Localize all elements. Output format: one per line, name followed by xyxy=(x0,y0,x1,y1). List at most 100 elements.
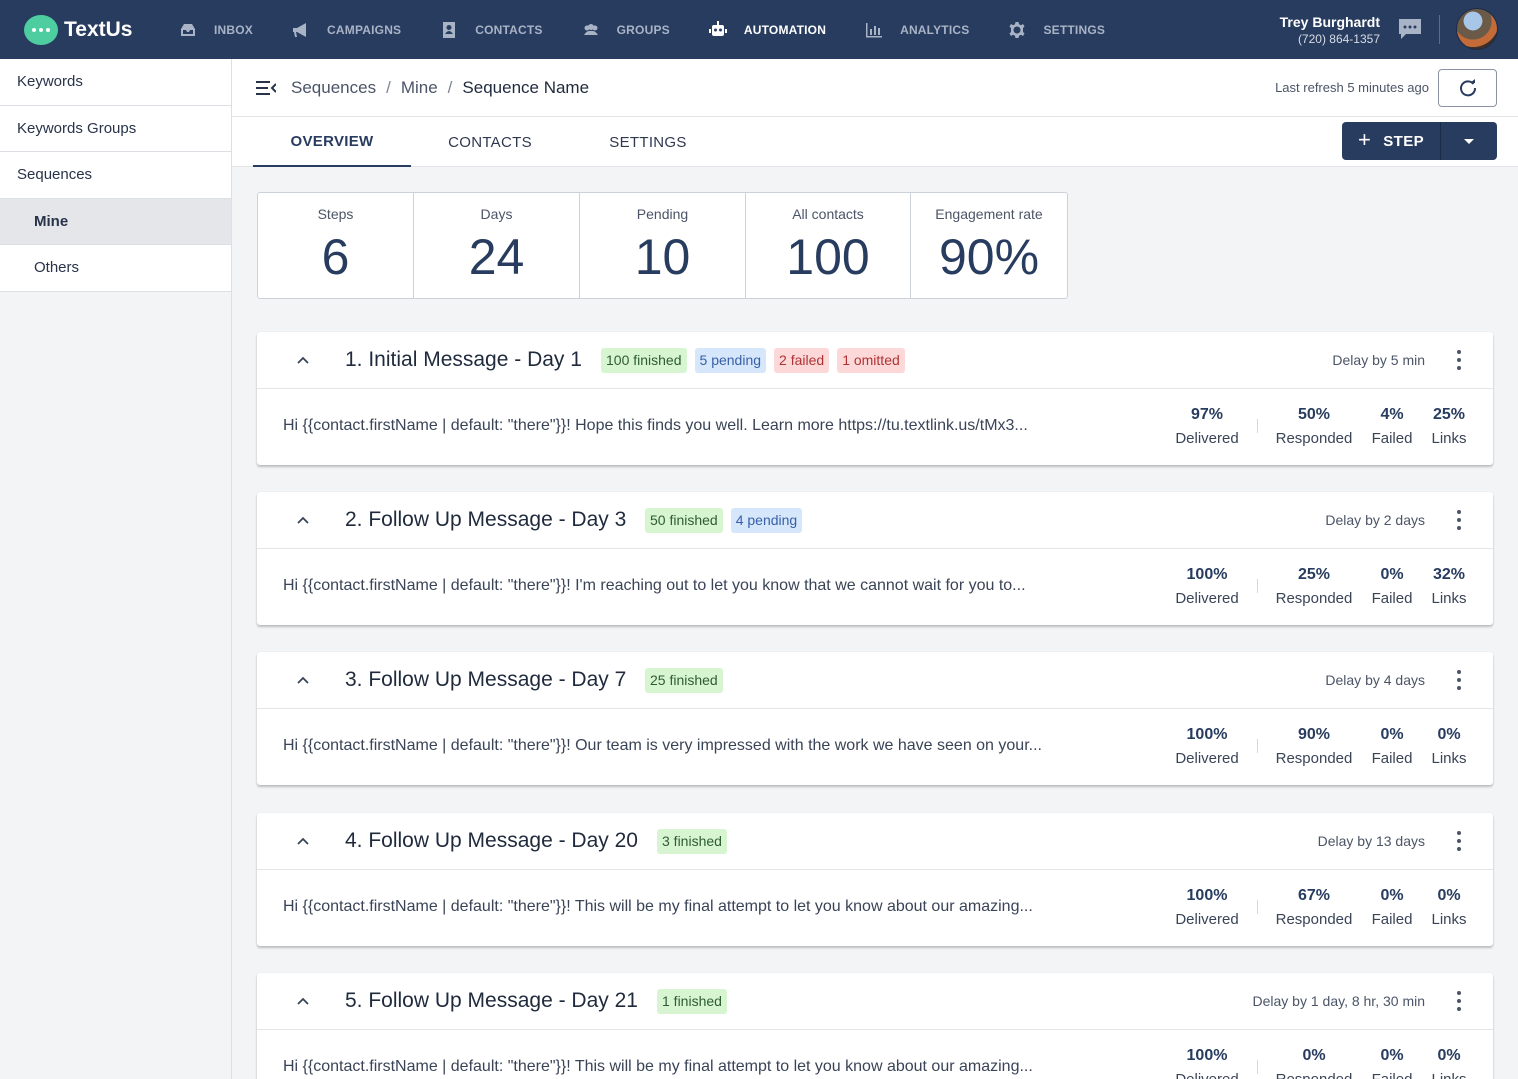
nav-groups[interactable]: GROUPS xyxy=(581,0,670,59)
avatar[interactable] xyxy=(1456,8,1498,50)
megaphone-icon xyxy=(291,20,311,40)
refresh-button[interactable] xyxy=(1438,69,1497,107)
last-refresh-text: Last refresh 5 minutes ago xyxy=(1275,80,1429,95)
step-card-body[interactable]: Hi {{contact.firstName | default: "there… xyxy=(257,549,1493,625)
breadcrumb-separator: / xyxy=(447,77,453,97)
breadcrumb-separator: / xyxy=(386,77,391,97)
collapse-menu-icon[interactable] xyxy=(256,80,276,96)
status-badge: 4 pending xyxy=(730,507,803,533)
step-message-preview: Hi {{contact.firstName | default: "there… xyxy=(283,577,1026,594)
stat-steps: Steps 6 xyxy=(258,193,414,298)
metric-divider xyxy=(1257,900,1258,914)
chevron-up-icon[interactable] xyxy=(297,674,309,686)
step-card-body[interactable]: Hi {{contact.firstName | default: "there… xyxy=(257,1030,1493,1079)
sidebar-item-keywords[interactable]: Keywords xyxy=(0,59,231,106)
stat-value: 100 xyxy=(786,229,870,285)
step-dropdown-toggle[interactable] xyxy=(1441,122,1497,160)
step-title: 2. Follow Up Message - Day 3 xyxy=(345,508,627,531)
nav-contacts[interactable]: CONTACTS xyxy=(439,0,542,59)
metric-failed: 4% Failed xyxy=(1367,406,1417,447)
metric-responded: 90% Responded xyxy=(1269,726,1359,767)
step-card-3: 3. Follow Up Message - Day 7 25 finished… xyxy=(257,652,1493,785)
stat-value: 6 xyxy=(321,229,350,285)
breadcrumb-mine[interactable]: Mine xyxy=(401,78,438,98)
stat-label: All contacts xyxy=(792,206,864,222)
metric-value: 25% xyxy=(1432,406,1466,423)
stat-value: 10 xyxy=(634,229,691,285)
textus-logo[interactable]: TextUs xyxy=(24,14,174,45)
nav-inbox[interactable]: INBOX xyxy=(178,0,253,59)
nav-divider xyxy=(1439,15,1440,44)
nav-campaigns[interactable]: CAMPAIGNS xyxy=(291,0,401,59)
more-options-icon[interactable] xyxy=(1457,670,1463,690)
nav-analytics[interactable]: ANALYTICS xyxy=(864,0,969,59)
sidebar-item-mine[interactable]: Mine xyxy=(0,198,231,245)
inbox-icon xyxy=(178,20,198,40)
metric-value: 97% xyxy=(1190,406,1224,423)
metric-label: Responded xyxy=(1275,590,1353,607)
step-delay: Delay by 13 days xyxy=(1317,833,1425,849)
step-card-body[interactable]: Hi {{contact.firstName | default: "there… xyxy=(257,709,1493,785)
nav-label: SETTINGS xyxy=(1043,22,1106,37)
chevron-up-icon[interactable] xyxy=(297,514,309,526)
step-card-header: 1. Initial Message - Day 1 100 finished 5… xyxy=(257,332,1493,389)
metric-label: Failed xyxy=(1371,911,1413,928)
user-info[interactable]: Trey Burghardt (720) 864-1357 xyxy=(1280,14,1380,46)
step-title: 3. Follow Up Message - Day 7 xyxy=(345,668,627,691)
tab-overview[interactable]: OVERVIEW xyxy=(253,117,411,167)
sidebar-item-others[interactable]: Others xyxy=(0,245,231,292)
sidebar: Keywords Keywords Groups Sequences Mine … xyxy=(0,59,232,1079)
nav-automation[interactable]: AUTOMATION xyxy=(708,0,826,59)
metric-label: Failed xyxy=(1371,430,1413,447)
sidebar-item-keywords-groups[interactable]: Keywords Groups xyxy=(0,105,231,152)
step-delay: Delay by 1 day, 8 hr, 30 min xyxy=(1252,993,1426,1009)
chevron-up-icon[interactable] xyxy=(297,835,309,847)
tab-contacts[interactable]: CONTACTS xyxy=(411,117,569,167)
step-delay: Delay by 2 days xyxy=(1325,512,1425,528)
metric-value: 90% xyxy=(1297,726,1331,743)
add-step-button[interactable]: + STEP xyxy=(1342,122,1497,160)
nav-label: INBOX xyxy=(214,22,254,37)
metric-failed: 0% Failed xyxy=(1367,726,1417,767)
more-options-icon[interactable] xyxy=(1457,510,1463,530)
metric-label: Failed xyxy=(1367,1071,1417,1079)
tab-settings[interactable]: SETTINGS xyxy=(569,117,727,167)
metric-label: Links xyxy=(1425,1071,1473,1079)
chevron-up-icon[interactable] xyxy=(297,995,309,1007)
metric-label: Delivered xyxy=(1157,1071,1257,1079)
stat-value: 24 xyxy=(468,229,525,285)
refresh-icon xyxy=(1459,79,1476,97)
metric-links: 25% Links xyxy=(1425,406,1473,447)
metric-label: Links xyxy=(1431,430,1467,447)
metric-delivered: 97% Delivered xyxy=(1157,406,1257,447)
metric-label: Delivered xyxy=(1175,911,1239,928)
metric-divider xyxy=(1257,1060,1258,1074)
metric-delivered: 100% Delivered xyxy=(1157,887,1257,928)
metric-responded: 25% Responded xyxy=(1269,566,1359,607)
sidebar-item-sequences[interactable]: Sequences xyxy=(0,152,231,199)
step-message-preview: Hi {{contact.firstName | default: "there… xyxy=(283,737,1042,754)
more-options-icon[interactable] xyxy=(1457,350,1463,370)
more-options-icon[interactable] xyxy=(1457,991,1463,1011)
nav-settings[interactable]: SETTINGS xyxy=(1007,0,1105,59)
messages-icon[interactable] xyxy=(1398,18,1422,40)
step-card-body[interactable]: Hi {{contact.firstName | default: "there… xyxy=(257,389,1493,465)
metric-value: 4% xyxy=(1380,406,1404,423)
status-badge: 25 finished xyxy=(645,667,723,693)
metric-value: 50% xyxy=(1297,406,1331,423)
add-step-main[interactable]: + STEP xyxy=(1342,122,1441,160)
metric-value: 0% xyxy=(1380,887,1404,904)
step-delay: Delay by 4 days xyxy=(1325,672,1425,688)
metric-responded: 0% Responded xyxy=(1269,1047,1359,1079)
step-card-body[interactable]: Hi {{contact.firstName | default: "there… xyxy=(257,870,1493,946)
step-card-5: 5. Follow Up Message - Day 21 1 finished… xyxy=(257,973,1493,1079)
status-badge: 1 finished xyxy=(657,988,727,1014)
step-title: 1. Initial Message - Day 1 xyxy=(345,348,582,371)
stat-label: Days xyxy=(480,206,513,222)
more-options-icon[interactable] xyxy=(1457,831,1463,851)
metric-delivered: 100% Delivered xyxy=(1157,1047,1257,1079)
breadcrumb-sequences[interactable]: Sequences xyxy=(291,78,376,98)
nav-label: CAMPAIGNS xyxy=(327,22,402,37)
chevron-up-icon[interactable] xyxy=(297,354,309,366)
stat-days: Days 24 xyxy=(414,193,580,298)
